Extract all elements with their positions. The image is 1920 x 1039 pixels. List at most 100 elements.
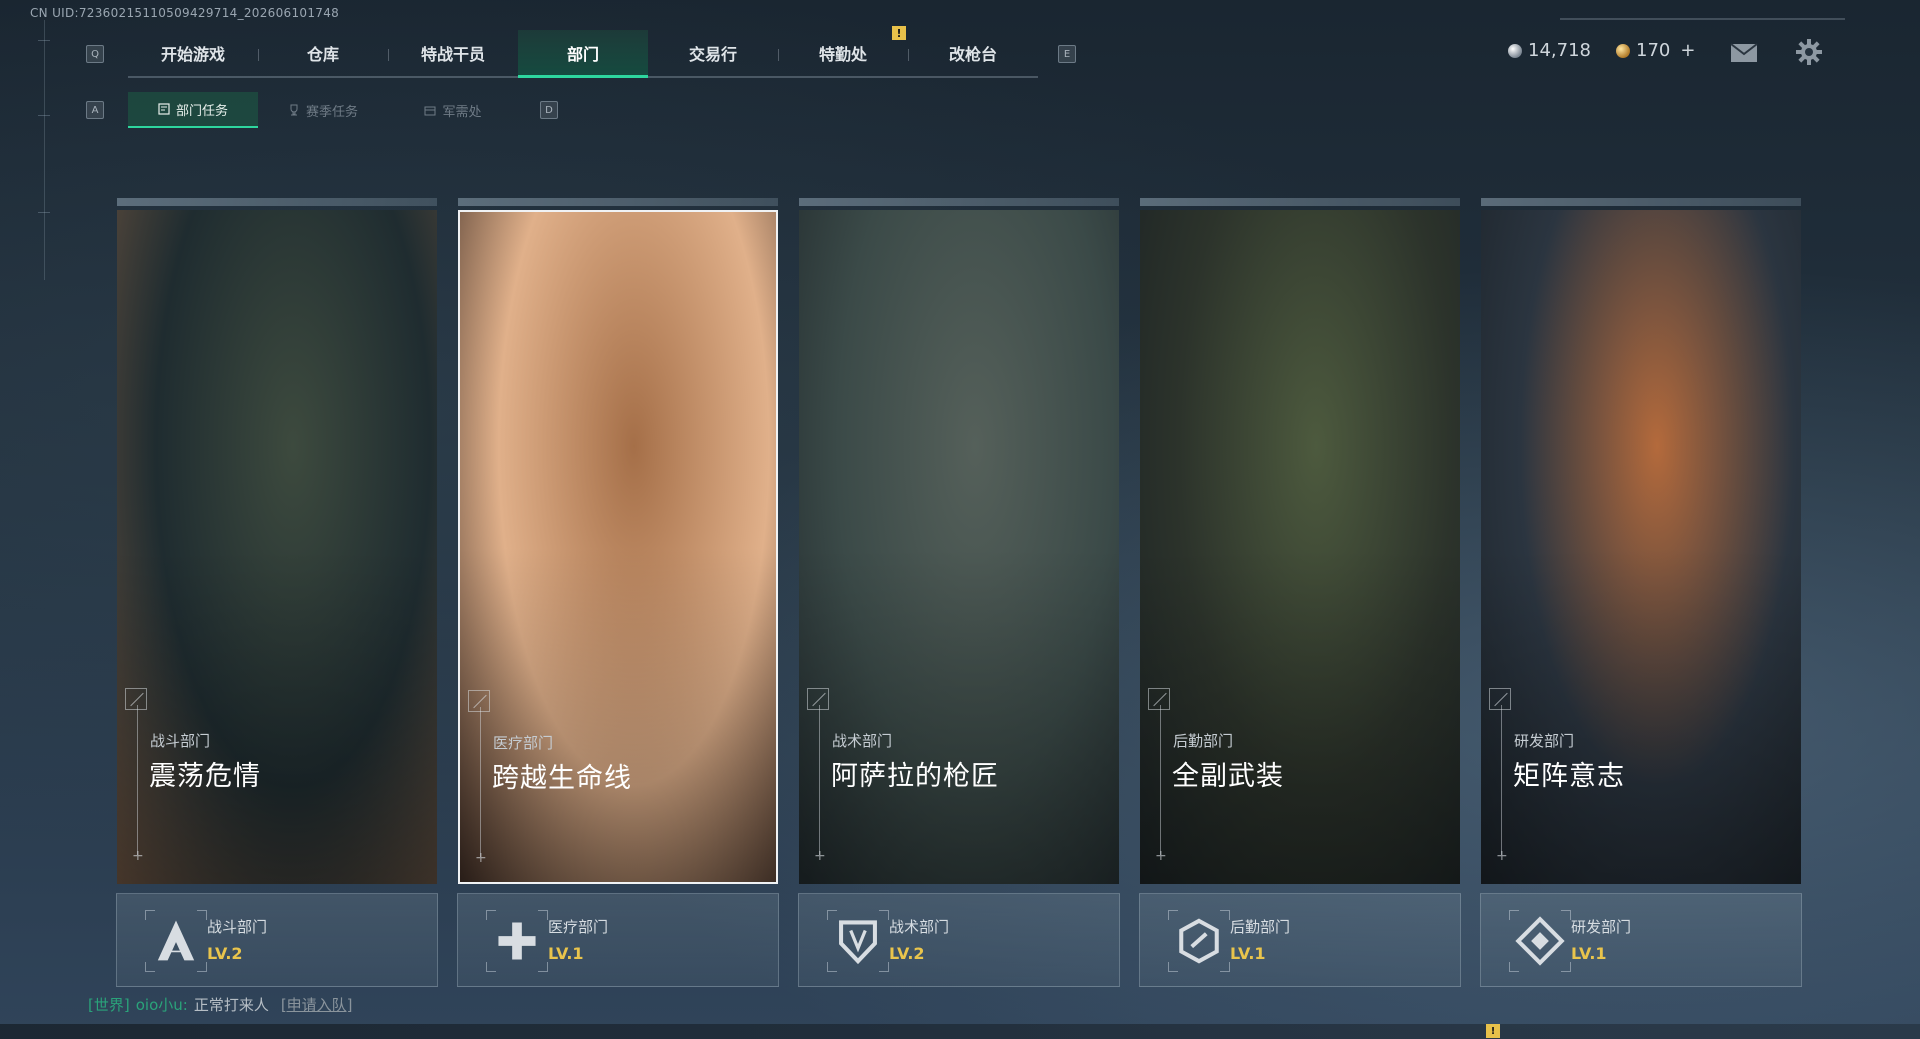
card-top-bar	[1481, 198, 1801, 206]
card-title: 跨越生命线	[492, 763, 632, 794]
subtab-season-tasks[interactable]: 赛季任务	[258, 92, 388, 128]
gold-currency[interactable]: 170 +	[1616, 40, 1695, 61]
department-emblem	[827, 910, 889, 972]
card-vertical-line	[819, 705, 820, 855]
card-top-bar	[1140, 198, 1460, 206]
tab-trading[interactable]: 交易行	[648, 30, 778, 76]
department-info-panel[interactable]: 研发部门 LV.1	[1480, 893, 1802, 987]
gold-coin-icon	[1616, 43, 1630, 58]
department-emblem	[1168, 910, 1230, 972]
top-right-divider	[1560, 18, 1845, 20]
card-department-label: 战斗部门	[150, 732, 211, 750]
card-title: 全副武装	[1172, 761, 1284, 792]
department-name: 战斗部门	[207, 918, 268, 936]
card-title: 阿萨拉的枪匠	[831, 761, 999, 792]
card-artwork: 医疗部门 跨越生命线 +	[458, 210, 778, 884]
department-info-panel[interactable]: 医疗部门 LV.1	[457, 893, 779, 987]
subtab-department-tasks[interactable]: 部门任务	[128, 92, 258, 128]
card-department-label: 研发部门	[1514, 732, 1575, 750]
card-department-label: 后勤部门	[1173, 732, 1234, 750]
department-info-panel[interactable]: 战斗部门 LV.2	[116, 893, 438, 987]
sub-nav: 部门任务 赛季任务 军需处	[128, 92, 518, 128]
silver-currency: 14,718	[1508, 40, 1591, 61]
trophy-icon	[290, 104, 298, 116]
card-corner-decoration	[1148, 688, 1170, 710]
card-artwork: 研发部门 矩阵意志 +	[1481, 210, 1801, 884]
plus-icon: +	[1496, 848, 1508, 864]
plus-icon: +	[132, 848, 144, 864]
mail-icon[interactable]	[1730, 43, 1758, 63]
card-title: 矩阵意志	[1513, 761, 1625, 792]
department-card[interactable]: 战术部门 阿萨拉的枪匠 +	[799, 198, 1119, 884]
department-emblem	[486, 910, 548, 972]
department-emblem	[145, 910, 207, 972]
card-artwork: 战术部门 阿萨拉的枪匠 +	[799, 210, 1119, 884]
card-department-label: 战术部门	[832, 732, 893, 750]
card-corner-decoration	[125, 688, 147, 710]
tab-gunsmith[interactable]: 改枪台	[908, 30, 1038, 76]
key-hint-a: A	[86, 101, 104, 119]
tab-department[interactable]: 部门	[518, 30, 648, 78]
bottom-bar	[0, 1024, 1920, 1039]
card-corner-decoration	[1489, 688, 1511, 710]
department-card[interactable]: 研发部门 矩阵意志 +	[1481, 198, 1801, 884]
card-artwork: 后勤部门 全副武装 +	[1140, 210, 1460, 884]
subtab-label: 部门任务	[175, 103, 228, 119]
left-decoration	[38, 20, 50, 280]
department-card[interactable]: 战斗部门 震荡危情 +	[117, 198, 437, 884]
card-vertical-line	[480, 707, 481, 857]
key-hint-q: Q	[86, 45, 104, 63]
department-level: LV.1	[1230, 944, 1266, 963]
plus-icon: +	[1155, 848, 1167, 864]
research-diamond-emblem-icon	[1515, 916, 1565, 966]
world-chat: [世界] oio小u: 正常打来人 [申请入队]	[88, 994, 353, 1015]
card-department-label: 医疗部门	[493, 734, 554, 752]
chat-user[interactable]: oio小u:	[136, 994, 188, 1015]
bottom-warning-icon: !	[1486, 1024, 1500, 1038]
chat-message: 正常打来人	[193, 996, 269, 1014]
plus-icon: +	[814, 848, 826, 864]
department-level: LV.1	[1571, 944, 1607, 963]
department-name: 研发部门	[1571, 918, 1632, 936]
department-level: LV.2	[889, 944, 925, 963]
tactical-shield-emblem-icon	[839, 920, 877, 965]
task-list-icon	[158, 103, 170, 115]
card-artwork: 战斗部门 震荡危情 +	[117, 210, 437, 884]
key-hint-e: E	[1058, 45, 1076, 63]
tab-warehouse[interactable]: 仓库	[258, 30, 388, 76]
department-level: LV.1	[548, 944, 584, 963]
department-info-panel[interactable]: 战术部门 LV.2	[798, 893, 1120, 987]
tab-special-service[interactable]: 特勤处	[778, 30, 908, 76]
subtab-label: 军需处	[442, 104, 482, 120]
chat-channel: [世界]	[88, 996, 130, 1014]
card-vertical-line	[1160, 705, 1161, 855]
department-emblem	[1509, 910, 1571, 972]
plus-icon: +	[475, 850, 487, 866]
department-card[interactable]: 后勤部门 全副武装 +	[1140, 198, 1460, 884]
card-title: 震荡危情	[149, 761, 261, 792]
card-vertical-line	[1501, 705, 1502, 855]
department-card[interactable]: 医疗部门 跨越生命线 +	[458, 198, 778, 884]
combat-a-emblem-icon	[157, 920, 195, 961]
card-top-bar	[117, 198, 437, 206]
key-hint-d: D	[540, 101, 558, 119]
department-name: 后勤部门	[1230, 918, 1291, 936]
card-top-bar	[799, 198, 1119, 206]
join-team-link[interactable]: [申请入队]	[281, 994, 353, 1015]
gear-icon[interactable]	[1796, 39, 1822, 65]
silver-coin-icon	[1508, 43, 1522, 58]
subtab-quartermaster[interactable]: 军需处	[388, 92, 518, 128]
department-level: LV.2	[207, 944, 243, 963]
card-corner-decoration	[468, 690, 490, 712]
card-top-bar	[458, 198, 778, 206]
department-name: 医疗部门	[548, 918, 609, 936]
subtab-label: 赛季任务	[305, 104, 358, 120]
uid-label: CN UID:72360215110509429714_202606101748	[30, 6, 340, 20]
card-corner-decoration	[807, 688, 829, 710]
add-gold-button[interactable]: +	[1680, 40, 1695, 61]
notification-warning-icon: !	[892, 26, 906, 40]
supply-icon	[424, 106, 436, 116]
department-info-panel[interactable]: 后勤部门 LV.1	[1139, 893, 1461, 987]
tab-start-game[interactable]: 开始游戏	[128, 30, 258, 76]
tab-operators[interactable]: 特战干员	[388, 30, 518, 76]
